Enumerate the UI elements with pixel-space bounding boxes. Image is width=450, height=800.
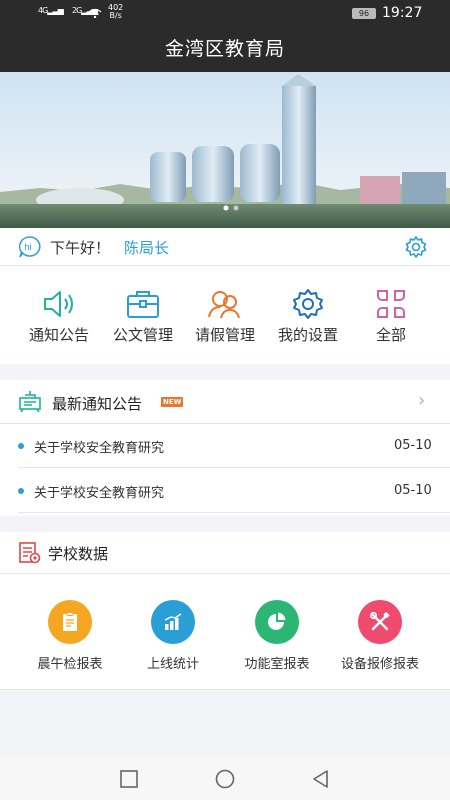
page-title: 金湾区教育局 (0, 26, 450, 72)
back-icon[interactable] (310, 768, 332, 790)
notice-date: 05-10 (394, 438, 432, 453)
school-item-online-stats[interactable]: 上线统计 (118, 600, 228, 672)
notice-item[interactable]: 关于学校安全教育研究 05-10 (18, 424, 450, 468)
quick-action-notice[interactable]: 通知公告 (14, 288, 104, 345)
notice-date: 05-10 (394, 483, 432, 498)
section-title: 学校数据 (48, 545, 109, 563)
notice-title: 关于学校安全教育研究 (34, 441, 165, 456)
bar-chart-icon (151, 600, 195, 644)
greeting-bar: hi 下午好！ 陈局长 (0, 228, 450, 266)
section-title: 最新通知公告 (52, 395, 143, 413)
school-item-equipment-repair[interactable]: 设备报修报表 (325, 600, 435, 672)
city-skyline-image (0, 72, 450, 228)
school-item-label: 上线统计 (146, 657, 199, 672)
notice-board-icon (19, 391, 41, 412)
school-item-morning-check[interactable]: 晨午检报表 (15, 600, 125, 672)
chevron-right-icon[interactable]: › (418, 390, 425, 411)
system-navigation-bar (0, 758, 450, 800)
greeting-text: 下午好！ (50, 239, 111, 257)
quick-action-my-settings[interactable]: 我的设置 (263, 288, 353, 345)
school-item-label: 晨午检报表 (37, 657, 103, 672)
home-icon[interactable] (214, 768, 236, 790)
quick-action-label: 全部 (375, 326, 406, 344)
notice-panel: 最新通知公告 NEW › 关于学校安全教育研究 05-10 关于学校安全教育研究… (0, 380, 450, 516)
pie-chart-icon (255, 600, 299, 644)
quick-actions-panel: 通知公告 公文管理 请假管理 我的设置 全部 (0, 266, 450, 364)
bullet-icon (18, 488, 24, 494)
grid-icon (377, 290, 405, 318)
network-speed: 402 B/s (108, 3, 124, 20)
battery-indicator: 96 (352, 8, 376, 19)
quick-action-documents[interactable]: 公文管理 (98, 288, 188, 345)
hi-chat-icon: hi (18, 236, 41, 258)
new-badge: NEW (161, 397, 184, 407)
gear-icon (293, 289, 323, 319)
bullet-icon (18, 443, 24, 449)
school-item-label: 功能室报表 (244, 657, 310, 672)
notice-item[interactable]: 关于学校安全教育研究 05-10 (18, 469, 450, 513)
quick-action-leave[interactable]: 请假管理 (180, 288, 270, 345)
notice-title: 关于学校安全教育研究 (34, 486, 165, 501)
quick-action-label: 我的设置 (277, 326, 338, 344)
quick-action-label: 请假管理 (194, 326, 255, 344)
svg-text:hi: hi (25, 242, 32, 252)
recent-apps-icon[interactable] (118, 768, 140, 790)
wifi-icon (88, 8, 102, 18)
report-icon (19, 542, 41, 564)
briefcase-icon (127, 291, 159, 318)
quick-action-label: 通知公告 (28, 326, 89, 344)
school-item-label: 设备报修报表 (340, 657, 419, 672)
people-icon (208, 291, 240, 319)
quick-action-all[interactable]: 全部 (346, 288, 436, 345)
quick-action-label: 公文管理 (112, 326, 173, 344)
status-bar: 4G▂▃▅ 2G▂▃▅ 402 B/s 96 19:27 (0, 0, 450, 26)
user-name[interactable]: 陈局长 (124, 237, 169, 258)
school-data-header: 学校数据 (0, 532, 450, 574)
signal-icon: 4G▂▃▅ (38, 6, 64, 15)
notice-header[interactable]: 最新通知公告 NEW › (0, 380, 450, 424)
school-data-panel: 学校数据 晨午检报表 上线统计 功能室报表 设备报修报表 (0, 532, 450, 690)
clipboard-icon (48, 600, 92, 644)
clock: 19:27 (382, 5, 423, 21)
banner-image[interactable] (0, 72, 450, 228)
tools-icon (358, 600, 402, 644)
settings-gear-icon[interactable] (404, 235, 428, 259)
speaker-icon (44, 291, 73, 317)
school-item-function-room[interactable]: 功能室报表 (222, 600, 332, 672)
